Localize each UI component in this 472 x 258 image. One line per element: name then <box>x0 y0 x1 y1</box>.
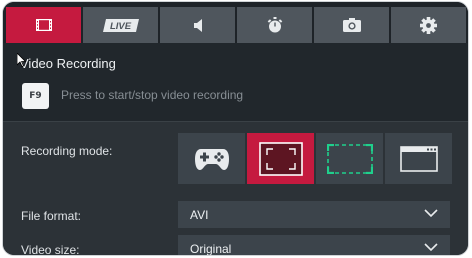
tab-audio[interactable] <box>160 7 235 43</box>
tab-settings[interactable] <box>391 7 466 43</box>
section-title: Video Recording <box>20 56 116 71</box>
tab-live[interactable]: LIVE <box>83 7 158 43</box>
tab-screenshot[interactable] <box>314 7 389 43</box>
video-size-value: Original <box>190 241 232 256</box>
gamepad-icon <box>194 148 229 170</box>
mode-game-button[interactable] <box>178 133 245 184</box>
fullscreen-icon <box>258 141 303 176</box>
video-size-label: Video size: <box>21 243 80 255</box>
recording-mode-label: Recording mode: <box>21 144 113 158</box>
tab-video[interactable] <box>6 7 81 43</box>
settings-window: LIVE Video Recording F9 Press to start/s… <box>3 2 468 255</box>
gear-icon <box>420 16 437 34</box>
hotkey-input[interactable]: F9 <box>22 83 49 109</box>
live-badge-icon: LIVE <box>102 18 139 32</box>
divider <box>3 121 468 122</box>
chevron-down-icon <box>424 209 438 218</box>
tab-benchmark[interactable] <box>237 7 312 43</box>
speaker-icon <box>193 18 202 32</box>
video-size-dropdown[interactable]: Original <box>178 235 450 255</box>
mode-window-button[interactable] <box>385 133 452 184</box>
video-recording-section: Video Recording F9 Press to start/stop v… <box>3 43 468 121</box>
file-format-value: AVI <box>190 207 209 222</box>
mode-fullscreen-button[interactable] <box>247 133 314 184</box>
hotkey-description: Press to start/stop video recording <box>61 88 244 102</box>
file-format-dropdown[interactable]: AVI <box>178 201 450 228</box>
film-icon <box>35 19 52 31</box>
stopwatch-icon <box>267 17 282 33</box>
tab-bar: LIVE <box>3 2 468 43</box>
chevron-down-icon <box>424 243 438 252</box>
mode-region-button[interactable] <box>316 133 383 184</box>
tab-live-label: LIVE <box>109 21 131 32</box>
region-select-icon <box>326 143 373 174</box>
mouse-pointer-icon <box>17 53 26 67</box>
window-icon <box>399 145 438 172</box>
file-format-label: File format: <box>21 209 82 223</box>
camera-icon <box>342 18 361 32</box>
